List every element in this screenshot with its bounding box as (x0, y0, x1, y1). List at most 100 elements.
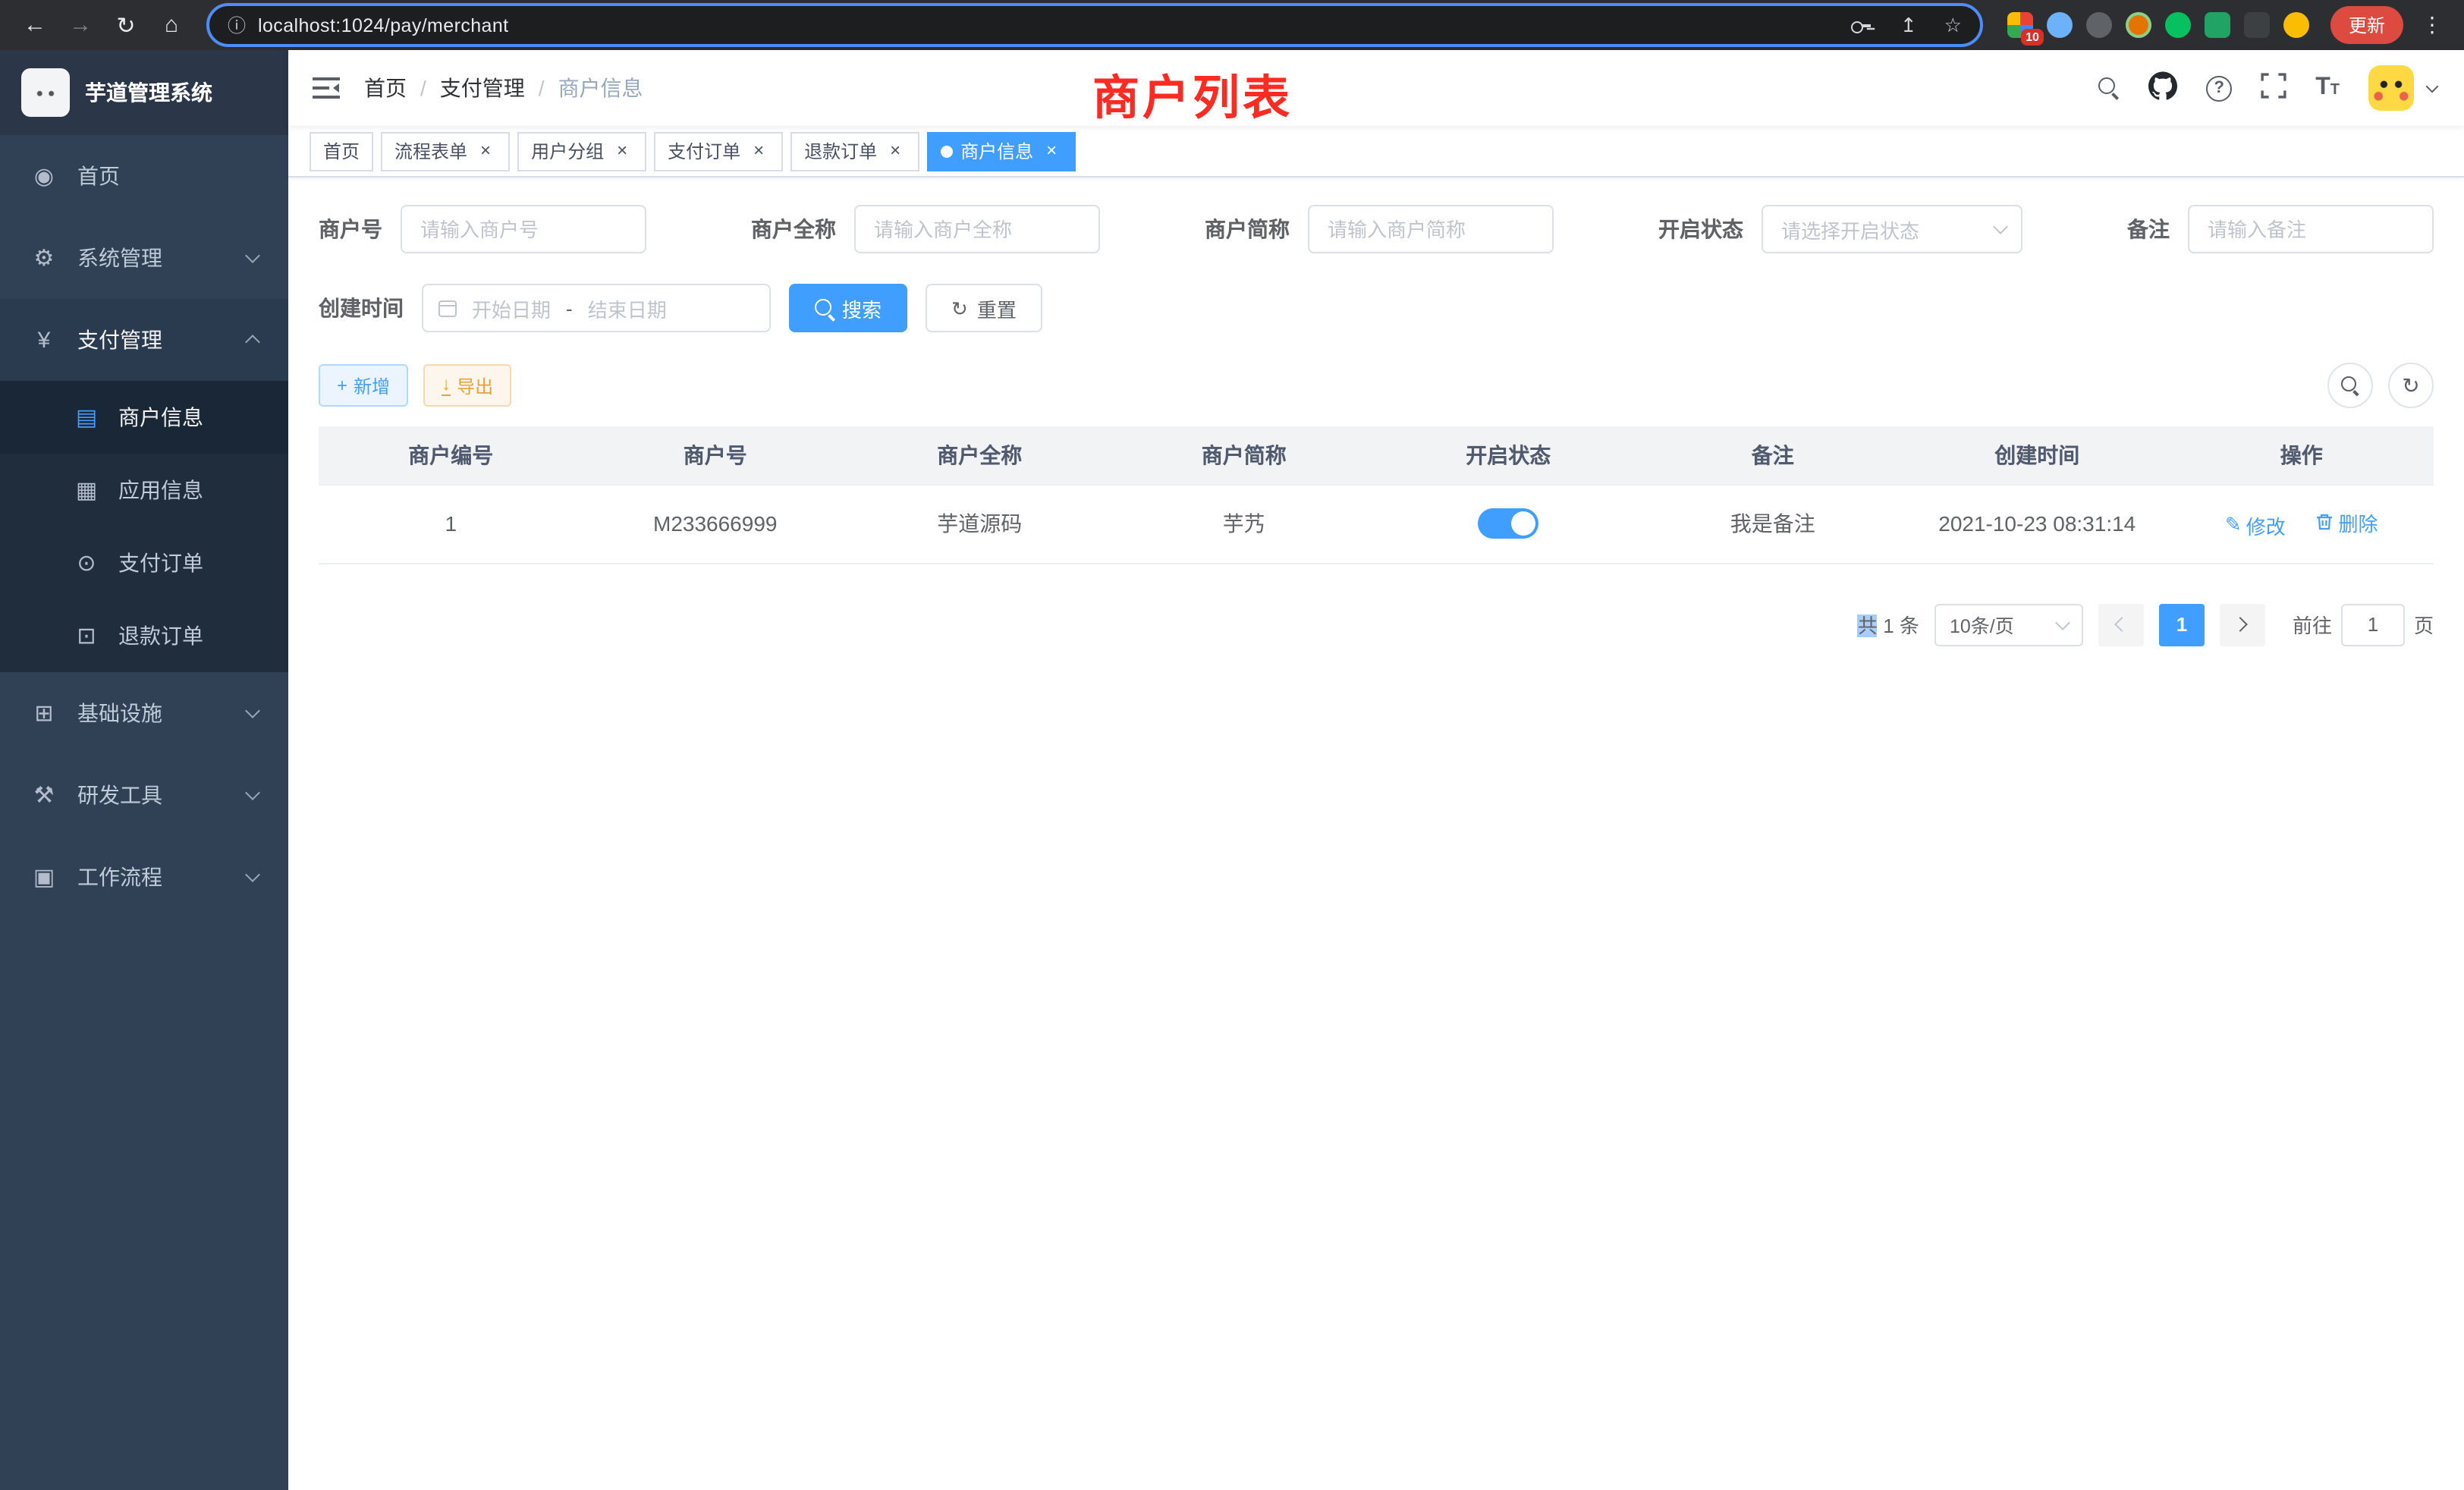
extension-icon[interactable] (2086, 12, 2112, 38)
tab-merchant-info[interactable]: 商户信息 × (927, 131, 1076, 171)
profile-avatar-icon[interactable] (2283, 12, 2309, 38)
bookmark-star-icon[interactable]: ☆ (1944, 13, 1962, 37)
close-icon[interactable]: × (748, 140, 769, 162)
dashboard-icon: ◉ (30, 162, 58, 190)
sidebar-item-home[interactable]: ◉ 首页 (0, 135, 288, 217)
browser-reload-icon[interactable]: ↻ (106, 5, 146, 45)
password-key-icon[interactable] (1850, 14, 1873, 36)
screenshot-root: ← → ↻ ⌂ ⓘ localhost:1024/pay/merchant ↥ … (0, 0, 2464, 1490)
col-full-name: 商户全称 (847, 426, 1112, 484)
page-1-button[interactable]: 1 (2159, 603, 2205, 646)
close-icon[interactable]: × (1041, 140, 1062, 162)
sidebar-item-pay-order[interactable]: ⊙ 支付订单 (0, 527, 288, 599)
browser-extensions: 10 (1998, 12, 2318, 38)
short-name-label: 商户简称 (1205, 214, 1308, 244)
download-icon: ↓ (442, 375, 451, 396)
breadcrumb-payment[interactable]: 支付管理 (440, 73, 525, 103)
full-name-input[interactable] (854, 205, 1100, 253)
export-button[interactable]: ↓ 导出 (423, 364, 511, 407)
sidebar-item-infrastructure[interactable]: ⊞ 基础设施 (0, 672, 288, 754)
cell-status (1376, 484, 1641, 563)
browser-forward-icon[interactable]: → (61, 5, 100, 45)
browser-home-icon[interactable]: ⌂ (152, 5, 191, 45)
filter-remark: 备注 (2127, 205, 2434, 253)
search-button[interactable]: 搜索 (789, 284, 907, 332)
app-title: 芋道管理系统 (85, 77, 212, 108)
hamburger-icon[interactable] (288, 50, 364, 126)
user-avatar[interactable] (2368, 65, 2414, 111)
col-merchant-no: 商户号 (583, 426, 848, 484)
share-icon[interactable]: ↥ (1900, 13, 1917, 37)
extension-badge: 10 (2021, 29, 2044, 46)
goto-page-input[interactable] (2341, 603, 2405, 646)
sidebar-item-merchant-info[interactable]: ▤ 商户信息 (0, 381, 288, 454)
extension-icon[interactable] (2126, 12, 2151, 38)
add-button[interactable]: + 新增 (319, 364, 408, 407)
sidebar-item-payment[interactable]: ¥ 支付管理 (0, 299, 288, 381)
fullscreen-icon[interactable] (2261, 73, 2286, 103)
extension-icon[interactable] (2244, 12, 2270, 38)
tab-user-group[interactable]: 用户分组 × (517, 131, 646, 171)
font-size-icon[interactable]: TT (2315, 76, 2340, 100)
browser-update-button[interactable]: 更新 (2330, 6, 2403, 44)
filter-form-row-1: 商户号 商户全称 商户简称 开启状态 请选择开启状态 (319, 205, 2434, 253)
grid-icon: ▦ (73, 476, 100, 504)
refresh-table-button[interactable]: ↻ (2388, 363, 2434, 408)
delete-button[interactable]: 删除 (2316, 508, 2378, 536)
edit-button[interactable]: ✎ 修改 (2225, 511, 2286, 539)
toggle-search-button[interactable] (2327, 363, 2373, 408)
address-bar[interactable]: ⓘ localhost:1024/pay/merchant ↥ ☆ (209, 6, 1980, 44)
sidebar-item-workflow[interactable]: ▣ 工作流程 (0, 836, 288, 918)
close-icon[interactable]: × (611, 140, 633, 162)
chevron-down-icon (245, 248, 260, 263)
github-icon[interactable] (2148, 71, 2177, 105)
chevron-up-icon (245, 335, 260, 350)
help-icon[interactable]: ? (2206, 75, 2232, 101)
page-content: 商户号 商户全称 商户简称 开启状态 请选择开启状态 (288, 178, 2464, 1490)
tab-pay-order[interactable]: 支付订单 × (654, 131, 783, 171)
pagination-total: 共 1 条 (1858, 610, 1919, 639)
sidebar-item-app-info[interactable]: ▦ 应用信息 (0, 454, 288, 527)
merchant-no-input[interactable] (401, 205, 646, 253)
avatar-caret-icon[interactable] (2426, 80, 2439, 93)
breadcrumb: 首页 / 支付管理 / 商户信息 (364, 73, 643, 103)
breadcrumb-home[interactable]: 首页 (364, 73, 407, 103)
close-icon[interactable]: × (475, 140, 496, 162)
filter-merchant-no: 商户号 (319, 205, 646, 253)
search-icon (815, 299, 833, 317)
col-actions: 操作 (2170, 426, 2434, 484)
extension-icon[interactable] (2047, 12, 2073, 38)
tab-process-form[interactable]: 流程表单 × (381, 131, 510, 171)
remark-input[interactable] (2188, 205, 2434, 253)
pagination: 共 1 条 10条/页 1 前 (319, 603, 2434, 646)
date-range-picker[interactable]: 开始日期 - 结束日期 (422, 284, 771, 332)
sidebar-item-system[interactable]: ⚙ 系统管理 (0, 217, 288, 299)
browser-menu-icon[interactable]: ⋮ (2415, 12, 2449, 38)
status-toggle[interactable] (1478, 508, 1538, 539)
filter-status: 开启状态 请选择开启状态 (1658, 205, 2022, 253)
sidebar-item-dev-tools[interactable]: ⚒ 研发工具 (0, 754, 288, 836)
tab-home[interactable]: 首页 (310, 131, 373, 171)
refresh-icon: ↻ (2402, 372, 2419, 398)
sidebar-logo[interactable]: 芋道管理系统 (0, 50, 288, 135)
merchant-no-label: 商户号 (319, 214, 401, 244)
site-info-icon[interactable]: ⓘ (228, 12, 246, 38)
page-size-select[interactable]: 10条/页 (1934, 603, 2083, 646)
extension-icon[interactable]: 10 (2007, 12, 2033, 38)
tab-refund-order[interactable]: 退款订单 × (790, 131, 919, 171)
extension-icon[interactable] (2205, 12, 2230, 38)
close-icon[interactable]: × (885, 140, 906, 162)
sidebar-item-refund-order[interactable]: ⊡ 退款订单 (0, 599, 288, 672)
main-panel: 首页 / 支付管理 / 商户信息 商户列表 ? TT (288, 50, 2464, 1490)
prev-page-button[interactable] (2098, 603, 2144, 646)
browser-back-icon[interactable]: ← (15, 5, 55, 45)
extension-icon[interactable] (2165, 12, 2191, 38)
chevron-down-icon (1993, 219, 2008, 234)
search-icon[interactable] (2098, 77, 2120, 99)
short-name-input[interactable] (1308, 205, 1554, 253)
reset-button[interactable]: ↻ 重置 (926, 284, 1042, 332)
next-page-button[interactable] (2220, 603, 2265, 646)
chevron-down-icon (2055, 615, 2070, 630)
table-toolbar: + 新增 ↓ 导出 ↻ (319, 363, 2434, 408)
status-select[interactable]: 请选择开启状态 (1762, 205, 2022, 253)
